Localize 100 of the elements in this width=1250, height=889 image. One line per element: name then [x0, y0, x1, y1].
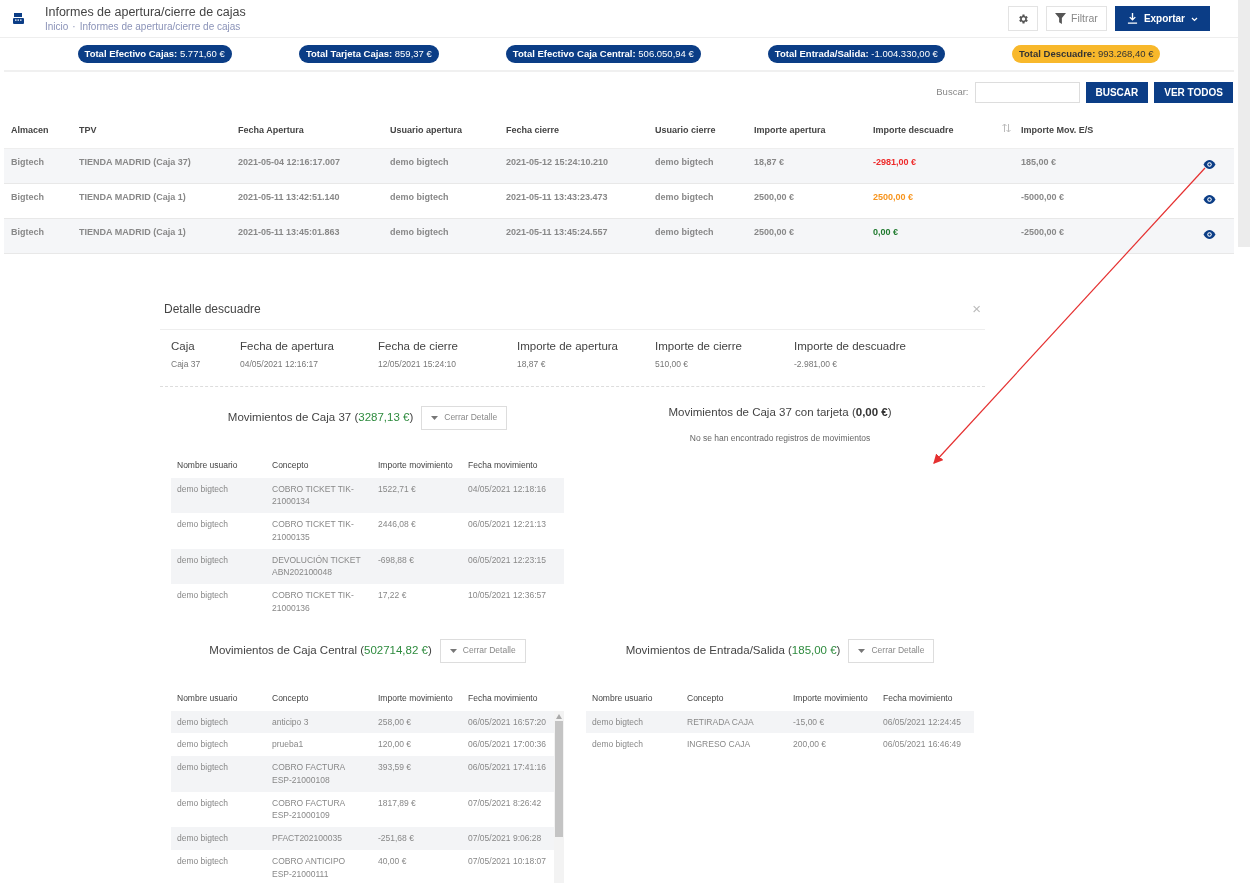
dialog-title: Detalle descuadre — [164, 301, 261, 318]
download-icon — [1126, 13, 1138, 24]
scrollbar[interactable] — [554, 710, 564, 883]
table-cell: 06/05/2021 16:57:20 — [462, 710, 554, 734]
close-detail-button[interactable]: Cerrar Detalle — [848, 638, 935, 663]
table-cell: -251,68 € — [372, 827, 462, 850]
column-header: Concepto — [271, 459, 310, 473]
table-cell: -2981,00 € — [866, 148, 1014, 184]
table-cell-text: 120,00 € — [377, 738, 413, 752]
section-title: Movimientos de Caja 37 con tarjeta (0,00 €) — [668, 404, 892, 420]
table-cell-text: COBRO TICKET TIK-21000135 — [271, 518, 355, 544]
table-cell: demo bigtech — [383, 218, 499, 254]
column-header: Concepto — [686, 692, 725, 706]
table-cell: 07/05/2021 9:06:28 — [462, 827, 554, 850]
table-cell-text: 06/05/2021 16:46:49 — [882, 738, 962, 752]
column-header: Usuario apertura — [383, 104, 499, 149]
table-cell: 393,59 € — [372, 756, 462, 792]
breadcrumb-link[interactable]: Inicio — [45, 19, 69, 33]
column-header[interactable]: Importe descuadre — [873, 124, 954, 138]
column-header: Concepto — [271, 692, 310, 706]
breadcrumb-link[interactable]: Informes de apertura/cierre de cajas — [79, 19, 241, 33]
field-label: Importe de descuadre — [794, 338, 907, 354]
table-cell: -5000,00 € — [1014, 183, 1196, 219]
column-header: Fecha cierre — [499, 104, 648, 149]
table-cell: RETIRADA CAJA — [681, 710, 787, 734]
table-cell: PFACT202100035 — [266, 827, 372, 850]
table-cell-text: 07/05/2021 10:18:07 — [467, 854, 547, 868]
table-cell: Bigtech — [4, 148, 72, 184]
table-cell: 18,87 € — [747, 148, 866, 184]
field-value: 04/05/2021 12:16:17 — [240, 357, 319, 371]
column-header: Importe movimiento — [377, 692, 454, 706]
filter-button[interactable]: Filtrar — [1046, 6, 1107, 31]
table-cell: -2500,00 € — [1014, 218, 1196, 254]
table-cell: demo bigtech — [383, 183, 499, 219]
close-detail-button[interactable]: Cerrar Detalle — [439, 638, 526, 663]
export-button[interactable]: Exportar — [1114, 6, 1210, 31]
column-header: TPV — [72, 104, 231, 149]
table-cell: 06/05/2021 12:23:15 — [462, 548, 564, 584]
table-cell: TIENDA MADRID (Caja 1) — [72, 183, 231, 219]
table-cell: 2021-05-11 13:45:01.863 — [231, 218, 383, 254]
table-cell: COBRO TICKET TIK-21000134 — [266, 477, 372, 513]
table-cell: -15,00 € — [787, 710, 877, 734]
search-field[interactable] — [974, 81, 1080, 103]
gear-icon — [1017, 12, 1030, 25]
column-header: Almacen — [4, 104, 72, 149]
field-label: Fecha de cierre — [378, 338, 459, 354]
field-value: 18,87 € — [517, 357, 547, 371]
table-cell-text: 07/05/2021 8:26:42 — [467, 796, 543, 810]
table-cell: Bigtech — [4, 183, 72, 219]
table-cell: demo bigtech — [648, 183, 747, 219]
table-cell: 185,00 € — [1014, 148, 1196, 184]
column-header: Fecha movimiento — [467, 692, 539, 706]
field-value: Caja 37 — [171, 357, 202, 371]
table-cell: demo bigtech — [648, 148, 747, 184]
total-badge: Total Efectivo Cajas: 5.771,60 € — [77, 44, 232, 64]
table-cell: demo bigtech — [171, 477, 266, 513]
close-detail-button[interactable]: Cerrar Detalle — [421, 405, 508, 430]
table-cell: demo bigtech — [171, 548, 266, 584]
search-action-button[interactable]: BUSCAR — [1085, 81, 1149, 103]
settings-button[interactable] — [1008, 6, 1039, 31]
column-header: Importe Mov. E/S — [1014, 104, 1196, 149]
column-header: Fecha movimiento — [882, 692, 954, 706]
table-cell: 04/05/2021 12:18:16 — [462, 477, 564, 513]
table-cell-text: 40,00 € — [377, 854, 408, 868]
scroll-up-arrow-icon[interactable] — [556, 713, 562, 719]
field-label: Importe de cierre — [655, 338, 743, 354]
table-cell: 2021-05-04 12:16:17.007 — [231, 148, 383, 184]
table-cell-text: demo bigtech — [176, 738, 230, 752]
table-cell: 2500,00 € — [747, 218, 866, 254]
total-badge: Total Descuadre: 993.268,40 € — [1011, 44, 1161, 64]
table-cell: 2021-05-11 13:43:23.473 — [499, 183, 648, 219]
table-cell-text: 200,00 € — [792, 738, 828, 752]
column-header: Importe movimiento — [792, 692, 869, 706]
table-cell: 2021-05-12 15:24:10.210 — [499, 148, 648, 184]
table-cell: demo bigtech — [648, 218, 747, 254]
field-label: Fecha de apertura — [240, 338, 335, 354]
table-cell-text: demo bigtech — [176, 796, 230, 810]
table-cell: 2021-05-11 13:45:24.557 — [499, 218, 648, 254]
total-badge: Total Entrada/Salida: -1.004.330,00 € — [767, 44, 945, 64]
caret-icon — [431, 415, 439, 420]
table-cell: 2500,00 € — [866, 183, 1014, 219]
chevron-down-icon — [1191, 16, 1198, 22]
empty-message: No se han encontrado registros de movimientos — [688, 431, 872, 445]
table-cell-text: demo bigtech — [591, 738, 645, 752]
total-badge: Total Tarjeta Cajas: 859,37 € — [298, 44, 439, 64]
table-cell: demo bigtech — [171, 710, 266, 734]
close-button[interactable]: × — [972, 297, 981, 321]
caret-icon — [449, 648, 457, 653]
total-badge: Total Efectivo Caja Central: 506.050,94 € — [505, 44, 701, 64]
register-icon — [12, 12, 25, 25]
table-cell: Bigtech — [4, 218, 72, 254]
table-cell-text: 06/05/2021 12:21:13 — [467, 518, 547, 531]
table-cell-text: demo bigtech — [176, 589, 230, 602]
search-action-button[interactable]: VER TODOS — [1154, 81, 1233, 103]
column-header: Importe apertura — [747, 104, 866, 149]
column-header: Usuario cierre — [648, 104, 747, 149]
field-value: -2.981,00 € — [794, 357, 838, 371]
table-cell-text: COBRO ANTICIPO ESP-21000111 — [271, 854, 347, 881]
table-cell-text: 1817,89 € — [377, 796, 417, 810]
table-cell: COBRO FACTURA ESP-21000108 — [266, 756, 372, 792]
